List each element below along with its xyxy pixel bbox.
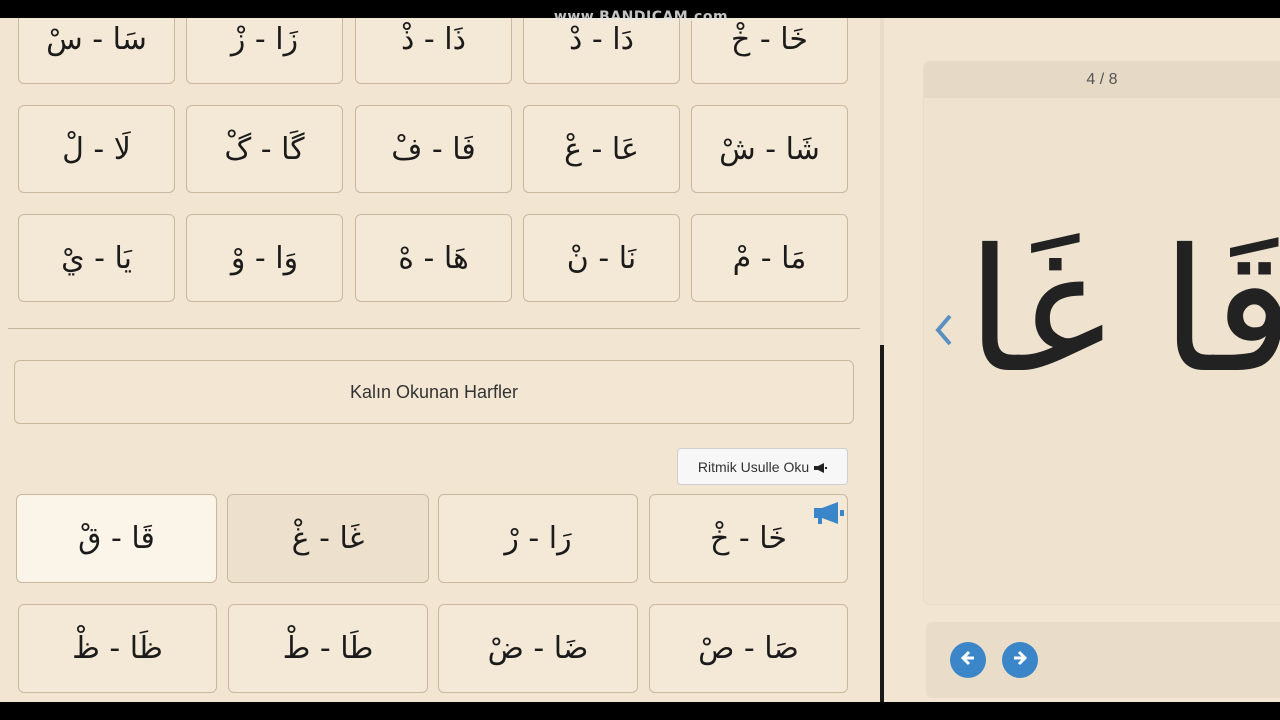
letters-content: سَا - سْ زَا - زْ ذَا - ذْ دَا - دْ خَا … [0, 18, 868, 702]
video-bottom-bar [0, 702, 1280, 720]
section-title-thick-letters: Kalın Okunan Harfler [14, 360, 854, 424]
letter-card[interactable]: لَا - لْ [18, 105, 175, 193]
letter-card[interactable]: گَا - گْ [186, 105, 343, 193]
letter-card[interactable]: دَا - دْ [523, 18, 680, 84]
scrollbar-thumb[interactable] [880, 345, 884, 702]
letter-card[interactable]: ذَا - ذْ [355, 18, 512, 84]
letter-card[interactable]: سَا - سْ [18, 18, 175, 84]
letter-card[interactable]: شَا - شْ [691, 105, 848, 193]
letter-card[interactable]: قَا - قْ [16, 494, 217, 583]
rhythm-read-button[interactable]: Ritmik Usulle Oku [677, 448, 848, 485]
section-divider [8, 328, 860, 329]
letter-card[interactable]: ضَا - ضْ [438, 604, 638, 693]
page-indicator: 4 / 8 [924, 62, 1280, 98]
letter-card[interactable]: فَا - فْ [355, 105, 512, 193]
megaphone-icon [813, 461, 828, 473]
chevron-left-icon[interactable] [930, 310, 958, 350]
arrow-right-icon [1010, 648, 1030, 672]
next-button[interactable] [1002, 642, 1038, 678]
letter-card[interactable]: صَا - صْ [649, 604, 848, 693]
viewer-nav-bar [926, 622, 1280, 698]
letter-viewer-panel: 4 / 8 قَا غَا ١ [924, 62, 1280, 604]
letter-card[interactable]: طَا - طْ [228, 604, 428, 693]
recording-watermark: www.BANDICAM.com [553, 9, 729, 25]
section-title-text: Kalın Okunan Harfler [349, 381, 519, 402]
large-letter-display: قَا غَا ١ [924, 213, 1280, 411]
letter-card[interactable]: غَا - غْ [227, 494, 429, 583]
letter-card[interactable]: عَا - عْ [523, 105, 680, 193]
letter-card[interactable]: وَا - وْ [186, 214, 343, 302]
letter-card[interactable]: مَا - مْ [691, 214, 848, 302]
rhythm-read-label: Ritmik Usulle Oku [697, 458, 810, 475]
letter-card[interactable]: ظَا - ظْ [18, 604, 217, 693]
letter-card[interactable]: نَا - نْ [523, 214, 680, 302]
page-indicator-text: 4 / 8 [1086, 71, 1118, 88]
letter-card[interactable]: خَا - خْ [691, 18, 848, 84]
letter-card[interactable]: رَا - رْ [438, 494, 638, 583]
app-page: سَا - سْ زَا - زْ ذَا - ذْ دَا - دْ خَا … [0, 18, 1280, 702]
scrollbar-track[interactable] [880, 18, 884, 345]
letter-card[interactable]: هَا - هْ [355, 214, 512, 302]
prev-button[interactable] [950, 642, 986, 678]
megaphone-icon[interactable] [810, 500, 846, 526]
letter-card[interactable]: يَا - يْ [18, 214, 175, 302]
arrow-left-icon [958, 648, 978, 672]
letter-card[interactable]: زَا - زْ [186, 18, 343, 84]
